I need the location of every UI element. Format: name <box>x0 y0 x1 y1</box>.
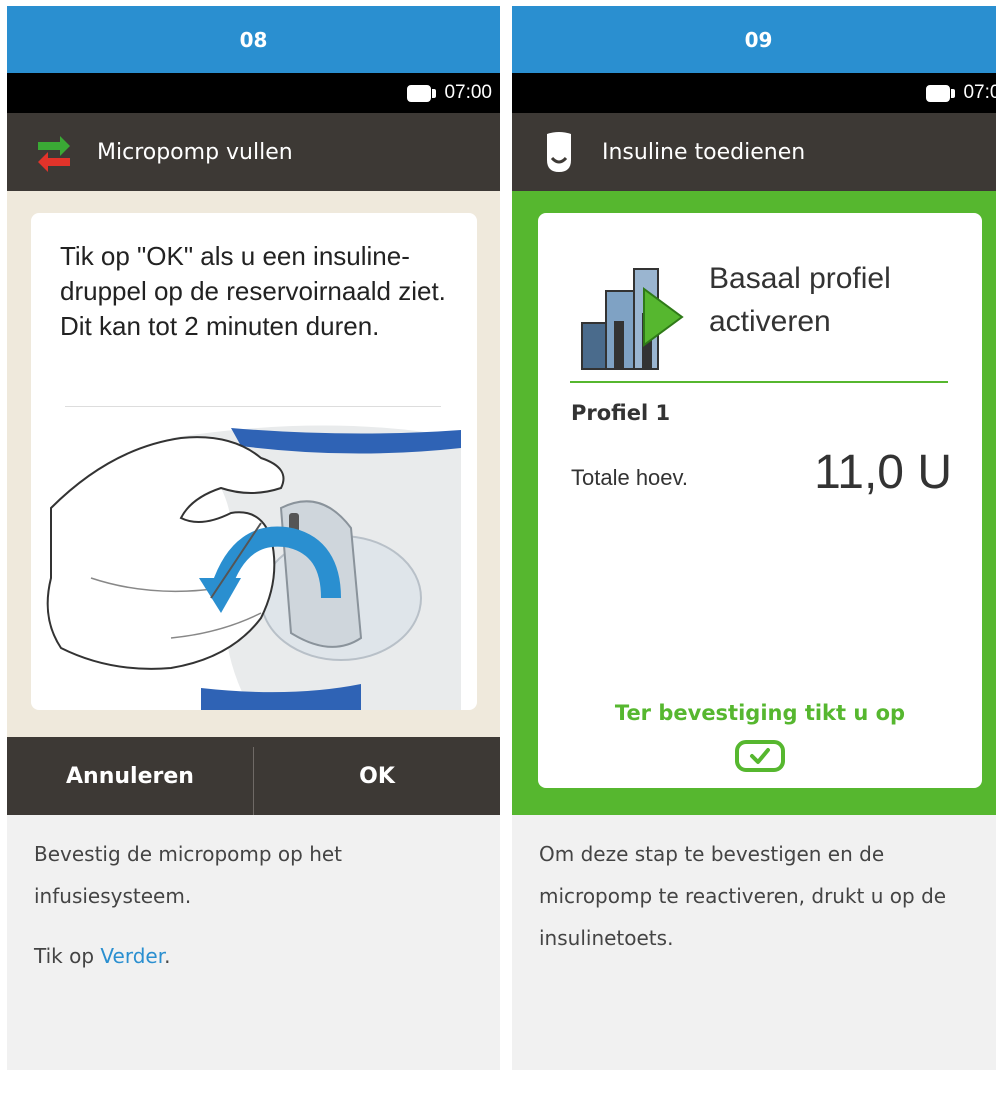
screen-title-bar: Insuline toedienen <box>512 113 996 191</box>
description-line: Tik op Verder. <box>34 935 474 977</box>
step-description: Om deze stap te bevestigen en de micropo… <box>539 833 979 977</box>
divider <box>65 406 441 407</box>
micropump-icon <box>534 127 584 177</box>
total-amount-label: Totale hoev. <box>571 465 689 490</box>
step-number-header: 09 <box>512 6 996 73</box>
screen-content: Tik op "OK" als u een insuline-druppel o… <box>7 191 500 737</box>
divider <box>570 381 948 383</box>
status-time: 07:00 <box>444 82 492 103</box>
swap-arrows-icon <box>29 127 79 177</box>
description-line: Om deze stap te bevestigen en de micropo… <box>539 842 947 950</box>
instruction-card: Tik op "OK" als u een insuline-druppel o… <box>31 213 477 710</box>
step-panel-09: 09 07:00 Insuline toedienen <box>512 6 996 1070</box>
profile-name: Profiel 1 <box>571 401 671 425</box>
screen-title: Insuline toedienen <box>602 139 806 165</box>
checkmark-button-icon[interactable] <box>734 739 786 773</box>
verder-link[interactable]: Verder <box>100 944 164 968</box>
action-button-bar: Annuleren OK <box>7 737 500 815</box>
card-title: Basaal profiel activeren <box>709 262 891 338</box>
screen-title-bar: Micropomp vullen <box>7 113 500 191</box>
hand-holding-micropump-illustration <box>31 418 477 710</box>
status-bar: 07:00 <box>512 73 996 113</box>
status-time: 07:00 <box>963 82 996 103</box>
description-text: Tik op <box>34 944 101 968</box>
screen-content: Basaal profiel activeren Profiel 1 Total… <box>512 191 996 815</box>
total-amount-value: 11,0 U <box>814 446 952 499</box>
status-bar: 07:00 <box>7 73 500 113</box>
ok-button[interactable]: OK <box>254 737 500 815</box>
step-number-header: 08 <box>7 6 500 73</box>
description-text: . <box>164 944 171 968</box>
screen-title: Micropomp vullen <box>97 139 293 165</box>
step-number: 08 <box>239 27 268 52</box>
step-description: Bevestig de micropomp op het infusiesyst… <box>34 833 474 995</box>
battery-icon <box>926 84 956 102</box>
confirm-instruction: Ter bevestiging tikt u op <box>614 701 906 725</box>
basal-profile-play-icon <box>580 261 690 371</box>
confirmation-card: Basaal profiel activeren Profiel 1 Total… <box>538 213 982 788</box>
instruction-text: Tik op "OK" als u een insuline-druppel o… <box>60 241 446 341</box>
cancel-button[interactable]: Annuleren <box>7 737 253 815</box>
battery-icon <box>407 84 437 102</box>
description-line: Bevestig de micropomp op het infusiesyst… <box>34 842 343 908</box>
step-number: 09 <box>744 27 773 52</box>
step-panel-08: 08 07:00 Micropomp vullen Tik op "OK" al… <box>7 6 500 1070</box>
